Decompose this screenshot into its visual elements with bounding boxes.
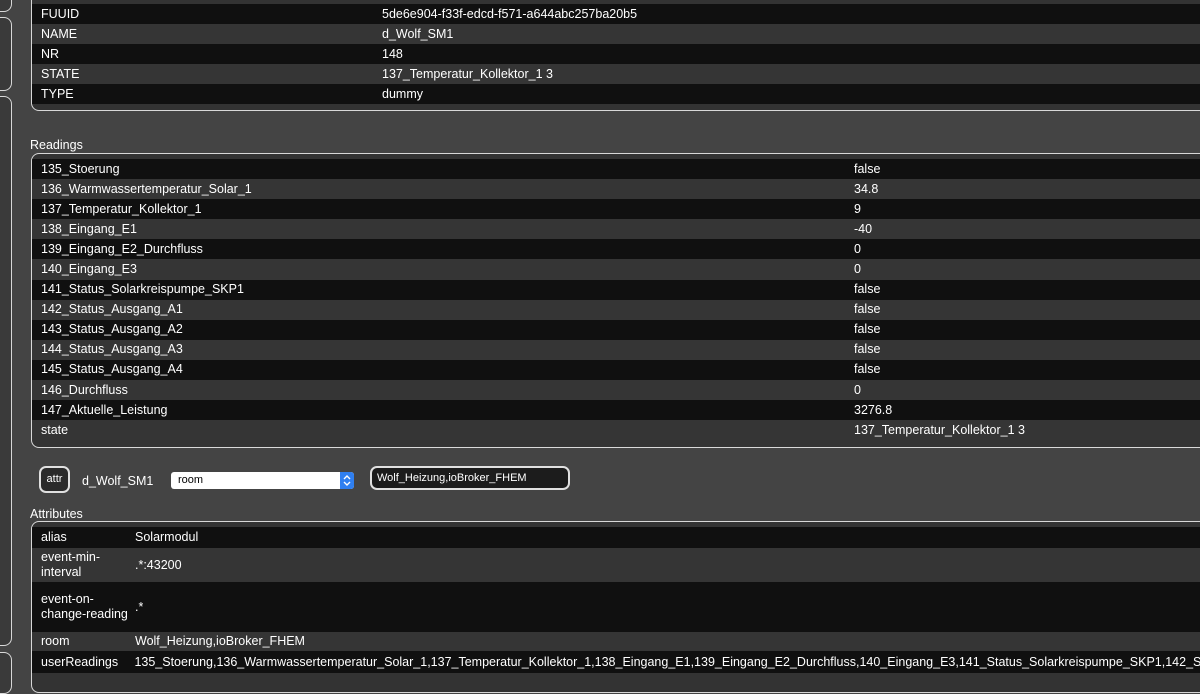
reading-row: state 137_Temperatur_Kollektor_1 3 [32, 420, 1200, 441]
reading-row-value: -40 [854, 221, 873, 236]
attribute-row-name[interactable]: alias [32, 530, 135, 545]
reading-row-value: false [854, 362, 881, 377]
internal-row: FUUID 5de6e904-f33f-edcd-f571-a644abc257b… [32, 4, 1200, 24]
reading-row: 136_Warmwassertemperatur_Solar_1 34.8 [32, 179, 1200, 200]
reading-row-name[interactable]: 147_Aktuelle_Leistung [32, 403, 854, 418]
reading-row-value: false [854, 322, 881, 337]
internal-row-name: TYPE [41, 86, 74, 101]
attribute-row-value: 135_Stoerung,136_Warmwassertemperatur_So… [134, 654, 1200, 669]
internal-row: TYPE dummy [32, 84, 1200, 104]
attribute-value-input[interactable]: Wolf_Heizung,ioBroker_FHEM [370, 466, 570, 490]
readings-caption: Readings [30, 138, 83, 152]
reading-row-name[interactable]: 146_Durchfluss [32, 383, 854, 398]
reading-row-value: 3276.8 [854, 402, 893, 417]
reading-row-value: 0 [854, 382, 861, 397]
sidebar-panel-bottom [0, 652, 12, 694]
reading-row: 147_Aktuelle_Leistung 3276.8 [32, 400, 1200, 421]
reading-row-name[interactable]: 136_Warmwassertemperatur_Solar_1 [32, 182, 854, 197]
attribute-row-name[interactable]: room [32, 634, 135, 649]
reading-row-value: 0 [854, 262, 861, 277]
internals-rows: FUUID 5de6e904-f33f-edcd-f571-a644abc257b… [32, 4, 1200, 104]
internal-row-value: 148 [382, 46, 403, 61]
attributes-table: alias Solarmodul event-min-interval .*:4320… [31, 521, 1200, 693]
reading-row-name[interactable]: 138_Eingang_E1 [32, 222, 854, 237]
attribute-row-value: .*:43200 [135, 557, 182, 572]
internals-table: FUUID 5de6e904-f33f-edcd-f571-a644abc257b… [31, 0, 1200, 111]
attribute-row-value: Wolf_Heizung,ioBroker_FHEM [135, 634, 305, 648]
internal-row-name: FUUID [41, 6, 80, 21]
sidebar-panel-middle [0, 17, 12, 91]
reading-row-value: false [854, 342, 881, 357]
internal-row: NAME d_Wolf_SM1 [32, 24, 1200, 44]
attribute-row: event-on-change-reading .* [32, 582, 1200, 632]
reading-row: 143_Status_Ausgang_A2 false [32, 319, 1200, 340]
attribute-row-name[interactable]: event-min-interval [32, 550, 135, 580]
internal-row-value: 5de6e904-f33f-edcd-f571-a644abc257ba20b5 [382, 6, 638, 21]
attribute-row: userReadings 135_Stoerung,136_Warmwassert… [32, 651, 1200, 673]
sidebar-panel-main [0, 96, 12, 646]
attr-device-name: d_Wolf_SM1 [82, 474, 154, 488]
reading-row: 140_Eingang_E3 0 [32, 259, 1200, 280]
reading-row-value: 34.8 [854, 181, 879, 196]
attribute-row-value: .* [135, 599, 144, 614]
internal-row: STATE 137_Temperatur_Kollektor_1 3 [32, 64, 1200, 84]
sidebar-panel-top [0, 0, 12, 12]
reading-row-name[interactable]: 139_Eingang_E2_Durchfluss [32, 242, 854, 257]
attribute-row: event-min-interval .*:43200 [32, 548, 1200, 582]
attributes-caption: Attributes [30, 507, 83, 521]
attribute-select[interactable]: room [171, 472, 354, 489]
reading-row-value: 9 [854, 201, 861, 216]
internal-row-name: NAME [41, 26, 78, 41]
reading-row-value: false [854, 161, 881, 176]
internal-row-value: 137_Temperatur_Kollektor_1 3 [382, 66, 553, 81]
reading-row-name[interactable]: 141_Status_Solarkreispumpe_SKP1 [32, 282, 854, 297]
attribute-row-value: Solarmodul [135, 530, 199, 544]
reading-row: 135_Stoerung false [32, 159, 1200, 180]
internal-row-value: d_Wolf_SM1 [382, 26, 454, 41]
reading-row-name[interactable]: 137_Temperatur_Kollektor_1 [32, 202, 854, 217]
readings-rows: 135_Stoerung false 136_Warmwassertemperatu… [32, 159, 1200, 441]
reading-row-value: 137_Temperatur_Kollektor_1 3 [854, 422, 1025, 437]
reading-row: 142_Status_Ausgang_A1 false [32, 299, 1200, 320]
reading-row-name[interactable]: 143_Status_Ausgang_A2 [32, 322, 854, 337]
attribute-row-name[interactable]: userReadings [32, 655, 134, 670]
reading-row: 146_Durchfluss 0 [32, 380, 1200, 401]
attr-button[interactable]: attr [39, 466, 70, 493]
internal-row-name: NR [41, 46, 60, 61]
internal-row-name: STATE [41, 66, 80, 81]
internal-row-value: dummy [382, 86, 423, 101]
reading-row: 137_Temperatur_Kollektor_1 9 [32, 199, 1200, 220]
attribute-row-name[interactable]: event-on-change-reading [32, 592, 135, 622]
reading-row-value: false [854, 282, 881, 297]
internal-row: NR 148 [32, 44, 1200, 64]
reading-row: 144_Status_Ausgang_A3 false [32, 339, 1200, 360]
reading-row: 145_Status_Ausgang_A4 false [32, 359, 1200, 381]
reading-row-name[interactable]: 142_Status_Ausgang_A1 [32, 302, 854, 317]
reading-row-value: false [854, 302, 881, 317]
reading-row-name[interactable]: 140_Eingang_E3 [32, 262, 854, 277]
reading-row: 141_Status_Solarkreispumpe_SKP1 false [32, 279, 1200, 300]
reading-row-value: 0 [854, 241, 861, 256]
reading-row-name[interactable]: 135_Stoerung [32, 162, 854, 177]
select-arrows-icon [340, 472, 354, 489]
attribute-select-value: room [178, 474, 204, 486]
attributes-rows: alias Solarmodul event-min-interval .*:4320… [32, 527, 1200, 673]
reading-row: 139_Eingang_E2_Durchfluss 0 [32, 239, 1200, 260]
attribute-row: alias Solarmodul [32, 527, 1200, 548]
reading-row: 138_Eingang_E1 -40 [32, 219, 1200, 240]
readings-table: 135_Stoerung false 136_Warmwassertemperatu… [31, 153, 1200, 448]
attribute-row: room Wolf_Heizung,ioBroker_FHEM [32, 632, 1200, 651]
reading-row-name[interactable]: state [32, 423, 854, 438]
reading-row-name[interactable]: 145_Status_Ausgang_A4 [32, 362, 854, 377]
reading-row-name[interactable]: 144_Status_Ausgang_A3 [32, 342, 854, 357]
